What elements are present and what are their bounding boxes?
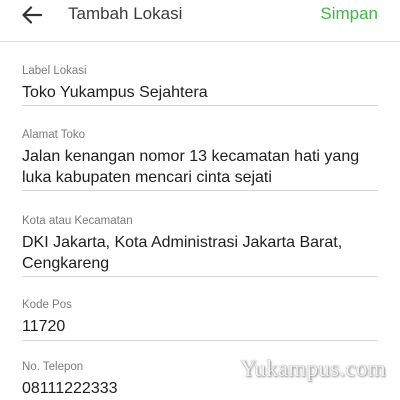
location-form: Label Lokasi Toko Yukampus Sejahtera Ala…: [0, 42, 400, 400]
kota-kecamatan-input[interactable]: DKI Jakarta, Kota Administrasi Jakarta B…: [22, 232, 378, 274]
kode-pos-label: Kode Pos: [22, 299, 72, 311]
label-lokasi-input[interactable]: Toko Yukampus Sejahtera: [22, 82, 378, 103]
save-button[interactable]: Simpan: [320, 4, 378, 24]
arrow-left-icon: [22, 6, 42, 24]
watermark-text: Yukampus.com: [239, 356, 386, 381]
kota-kecamatan-field[interactable]: Kota atau Kecamatan DKI Jakarta, Kota Ad…: [22, 214, 378, 278]
kode-pos-underline: [22, 340, 378, 341]
label-lokasi-label: Label Lokasi: [22, 65, 87, 77]
kode-pos-input[interactable]: 11720: [22, 316, 378, 337]
kota-kecamatan-label: Kota atau Kecamatan: [22, 215, 133, 227]
alamat-toko-underline: [22, 190, 378, 191]
page-title: Tambah Lokasi: [68, 4, 183, 23]
label-lokasi-field[interactable]: Label Lokasi Toko Yukampus Sejahtera: [22, 64, 378, 108]
kode-pos-field[interactable]: Kode Pos 11720: [22, 298, 378, 342]
alamat-toko-label: Alamat Toko: [22, 129, 86, 141]
label-lokasi-underline: [22, 105, 378, 106]
app-bar: Tambah Lokasi Simpan: [0, 0, 400, 42]
alamat-toko-field[interactable]: Alamat Toko Jalan kenangan nomor 13 keca…: [22, 128, 378, 192]
alamat-toko-input[interactable]: Jalan kenangan nomor 13 kecamatan hati y…: [22, 146, 378, 188]
kota-kecamatan-underline: [22, 276, 378, 277]
back-button[interactable]: [18, 2, 46, 28]
